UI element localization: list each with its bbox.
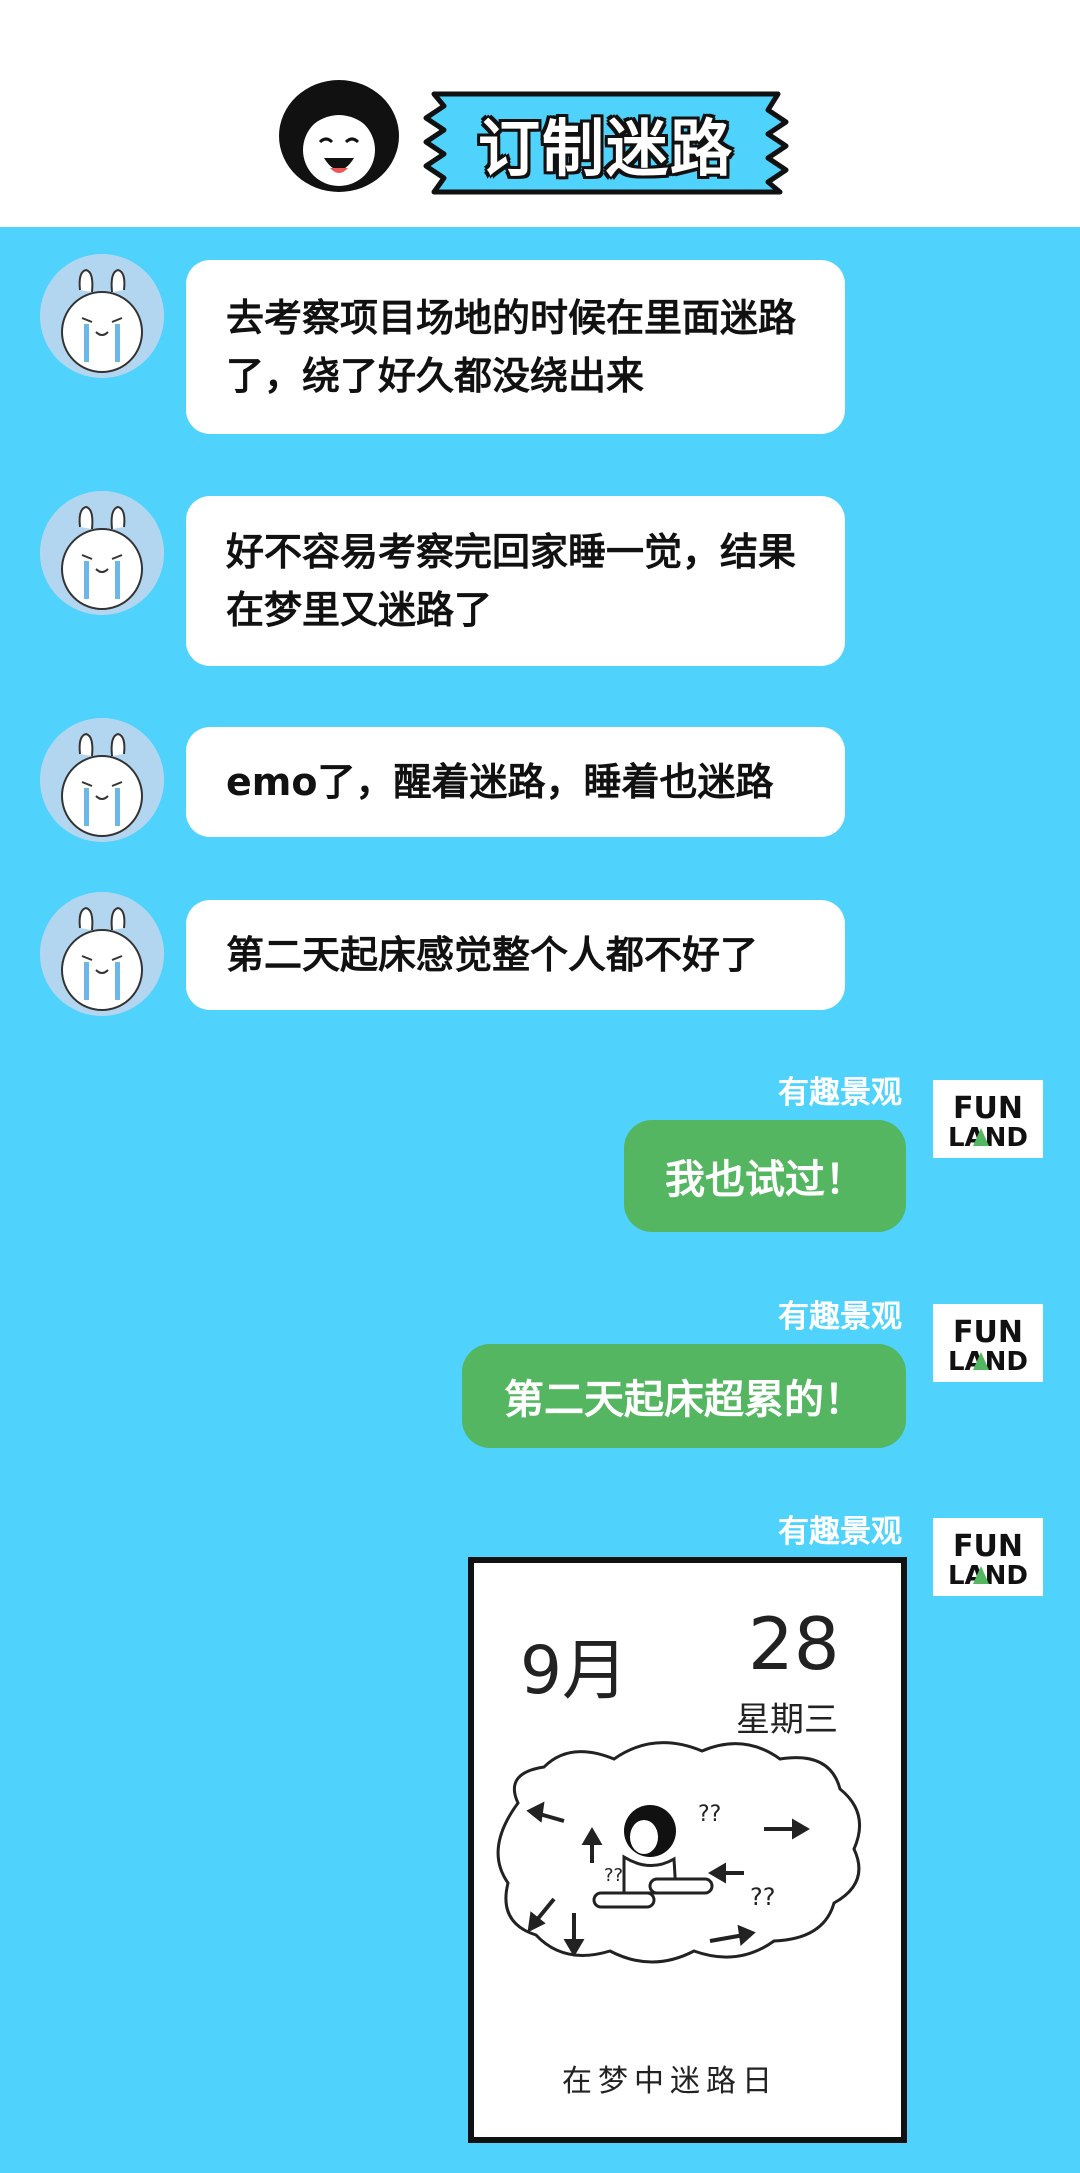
logo-line2: LAND	[948, 1347, 1028, 1377]
avatar[interactable]	[40, 718, 164, 842]
logo-line1: FUN	[953, 1315, 1023, 1350]
crying-bunny-icon	[40, 254, 164, 378]
calendar-day: 28	[748, 1602, 840, 1686]
question-marks: ??	[750, 1883, 775, 1911]
calendar-month: 9月	[520, 1632, 628, 1709]
message-text: 第二天起床超累的！	[504, 1377, 864, 1423]
crying-bunny-icon	[40, 491, 164, 615]
message-text: 我也试过！	[665, 1157, 865, 1203]
avatar[interactable]	[40, 254, 164, 378]
message-bubble-self: 第二天起床超累的！	[462, 1344, 906, 1448]
message-bubble: 去考察项目场地的时候在里面迷路了，绕了好久都没绕出来	[186, 260, 845, 434]
crying-bunny-icon	[40, 892, 164, 1016]
logo-line1: FUN	[953, 1529, 1023, 1564]
funland-logo-icon[interactable]: FUN LAND	[933, 1304, 1043, 1382]
logo-graphic: FUN LAND	[948, 1529, 1028, 1591]
dream-cloud	[496, 1741, 862, 1964]
logo-line2: LAND	[948, 1123, 1028, 1153]
logo-line1: FUN	[953, 1091, 1023, 1126]
header: 订制迷路	[0, 0, 1080, 227]
sender-name: 有趣景观	[778, 1299, 902, 1335]
crying-bunny-icon	[40, 718, 164, 842]
sender-name: 有趣景观	[778, 1075, 902, 1111]
sender-name: 有趣景观	[778, 1514, 902, 1550]
avatar[interactable]	[40, 892, 164, 1016]
avatar[interactable]	[40, 491, 164, 615]
logo-graphic: FUN LAND	[948, 1091, 1028, 1153]
girl-face-icon	[279, 80, 399, 192]
message-text: 第二天起床感觉整个人都不好了	[226, 933, 759, 977]
message-text: 好不容易考察完回家睡一觉，结果在梦里又迷路了	[226, 530, 797, 632]
message-text: 去考察项目场地的时候在里面迷路了，绕了好久都没绕出来	[226, 296, 797, 398]
message-bubble: 第二天起床感觉整个人都不好了	[186, 900, 845, 1010]
funland-logo-icon[interactable]: FUN LAND	[933, 1518, 1043, 1596]
question-marks: ??	[604, 1865, 623, 1886]
calendar-image-message[interactable]: 9月 28 星期三 ?? ?? ?? 在梦中迷路日	[468, 1557, 907, 2143]
calendar-weekday: 星期三	[736, 1700, 838, 1740]
funland-logo-icon[interactable]: FUN LAND	[933, 1080, 1043, 1158]
logo-line2: LAND	[948, 1561, 1028, 1591]
message-bubble: 好不容易考察完回家睡一觉，结果在梦里又迷路了	[186, 496, 845, 666]
question-marks: ??	[698, 1802, 721, 1827]
calendar-caption: 在梦中迷路日	[562, 2064, 778, 2099]
message-bubble: emo了，醒着迷路，睡着也迷路	[186, 727, 845, 837]
message-text: emo了，醒着迷路，睡着也迷路	[226, 760, 774, 804]
page-title: 订制迷路	[477, 112, 734, 185]
message-bubble-self: 我也试过！	[624, 1120, 906, 1232]
logo-graphic: FUN LAND	[948, 1315, 1028, 1377]
calendar-illustration: 9月 28 星期三 ?? ?? ?? 在梦中迷路日	[496, 1602, 862, 2099]
